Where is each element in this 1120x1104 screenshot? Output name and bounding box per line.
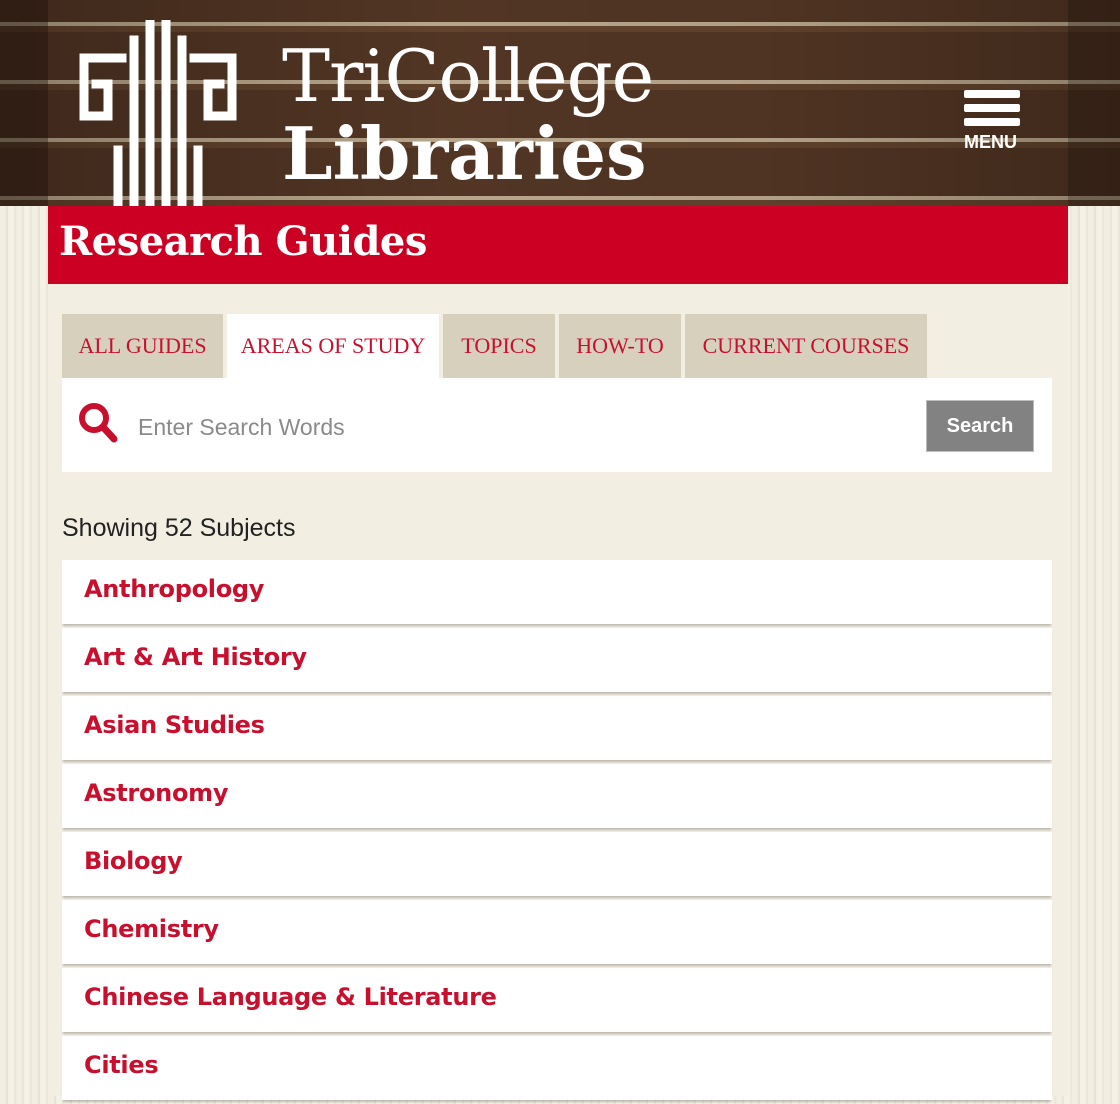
subject-link-art-history[interactable]: Art & Art History bbox=[84, 643, 307, 671]
subject-link-asian-studies[interactable]: Asian Studies bbox=[84, 711, 265, 739]
list-item[interactable]: Cities bbox=[62, 1036, 1052, 1100]
subject-link-cities[interactable]: Cities bbox=[84, 1051, 159, 1079]
list-item[interactable]: Chinese Language & Literature bbox=[62, 968, 1052, 1032]
hamburger-icon-bar-2 bbox=[964, 104, 1020, 112]
search-icon bbox=[79, 403, 118, 443]
logo-line-tricollege: TriCollege bbox=[282, 34, 654, 118]
tricollege-logo-icon[interactable] bbox=[78, 20, 238, 206]
menu-button[interactable]: MENU bbox=[964, 90, 1022, 162]
page-title: Research Guides bbox=[59, 218, 427, 265]
tab-how-to[interactable]: HOW-TO bbox=[559, 314, 681, 378]
hamburger-icon bbox=[964, 90, 1020, 98]
search-button[interactable]: Search bbox=[926, 400, 1034, 452]
list-item[interactable]: Biology bbox=[62, 832, 1052, 896]
list-item[interactable]: Asian Studies bbox=[62, 696, 1052, 760]
logo-line-libraries: Libraries bbox=[282, 111, 647, 196]
list-item[interactable]: Anthropology bbox=[62, 560, 1052, 624]
tab-current-courses[interactable]: CURRENT COURSES bbox=[685, 314, 927, 378]
subject-link-anthropology[interactable]: Anthropology bbox=[84, 575, 264, 603]
subject-link-biology[interactable]: Biology bbox=[84, 847, 183, 875]
tab-areas-of-study[interactable]: AREAS OF STUDY bbox=[227, 314, 439, 378]
hamburger-icon-bar-3 bbox=[964, 118, 1020, 126]
subject-link-astronomy[interactable]: Astronomy bbox=[84, 779, 228, 807]
search-input[interactable] bbox=[136, 404, 920, 450]
header-shade-right bbox=[1068, 0, 1120, 206]
menu-label: MENU bbox=[964, 132, 1017, 152]
site-logo-text[interactable]: TriCollege Libraries bbox=[282, 34, 654, 196]
site-header: TriCollege Libraries MENU bbox=[0, 0, 1120, 206]
tab-topics[interactable]: TOPICS bbox=[443, 314, 555, 378]
results-count: Showing 52 Subjects bbox=[62, 514, 296, 542]
tab-all-guides[interactable]: ALL GUIDES bbox=[62, 314, 223, 378]
page-title-bar: Research Guides bbox=[48, 206, 1068, 284]
list-item[interactable]: Art & Art History bbox=[62, 628, 1052, 692]
subject-link-chinese-language[interactable]: Chinese Language & Literature bbox=[84, 983, 497, 1011]
subject-link-chemistry[interactable]: Chemistry bbox=[84, 915, 219, 943]
list-item[interactable]: Astronomy bbox=[62, 764, 1052, 828]
subject-list: Anthropology Art & Art History Asian Stu… bbox=[62, 560, 1052, 1104]
guide-tabs: ALL GUIDES AREAS OF STUDY TOPICS HOW-TO … bbox=[62, 314, 931, 378]
header-shade-left bbox=[0, 0, 48, 206]
list-item[interactable]: Chemistry bbox=[62, 900, 1052, 964]
search-panel: Search bbox=[62, 378, 1052, 472]
